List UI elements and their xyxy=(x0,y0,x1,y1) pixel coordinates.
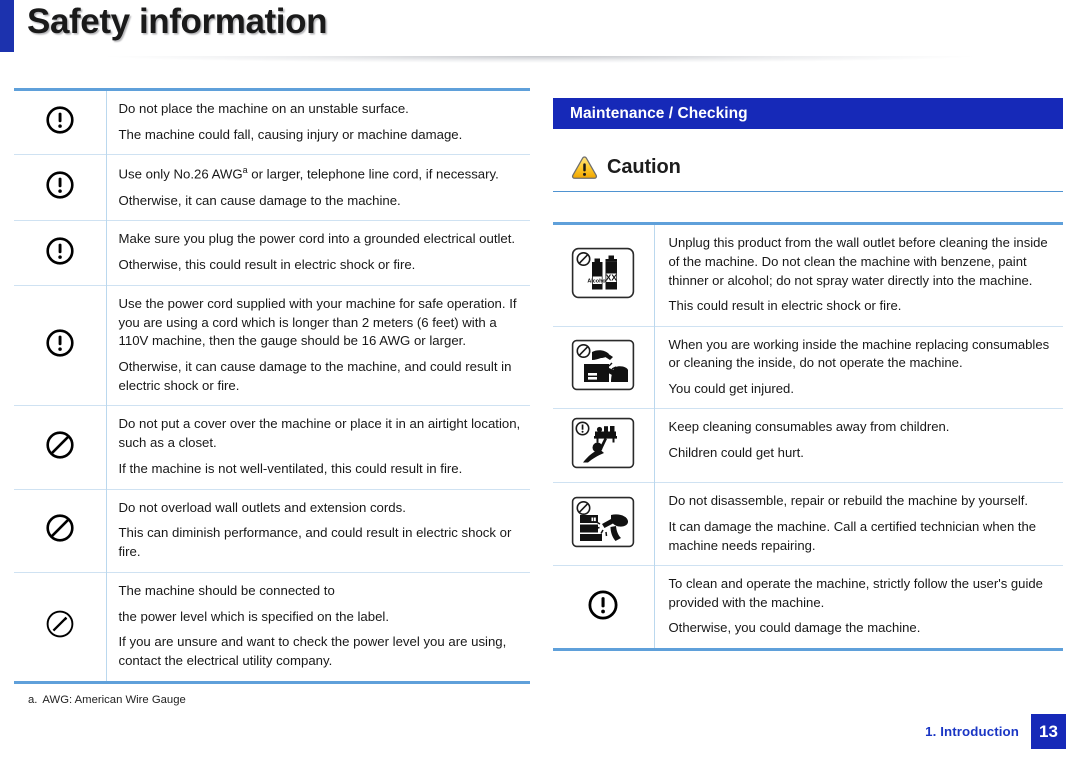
row-line: If the machine is not well-ventilated, t… xyxy=(118,460,463,476)
row-icon-cell xyxy=(553,408,655,483)
footnote-text: AWG: American Wire Gauge xyxy=(42,693,186,706)
footnote-marker: a. xyxy=(28,693,38,706)
row-icon-cell xyxy=(14,405,107,490)
row-icon-cell xyxy=(14,154,107,221)
row-line: the power level which is specified on th… xyxy=(118,608,390,624)
header-accent-bar xyxy=(0,0,14,52)
footnote: a. AWG: American Wire Gauge xyxy=(14,694,530,706)
row-line: Do not overload wall outlets and extensi… xyxy=(118,499,406,515)
row-line: The machine could fall, causing injury o… xyxy=(118,126,463,142)
no-solvent-bottles-icon: Alcohol XX xyxy=(571,247,635,299)
row-line: You could get injured. xyxy=(668,380,794,396)
row-text-cell: Do not disassemble, repair or rebuild th… xyxy=(654,482,1063,566)
page-title: Safety information xyxy=(27,2,328,41)
row-line: Use the power cord supplied with your ma… xyxy=(118,295,517,349)
row-line: Do not place the machine on an unstable … xyxy=(118,101,409,116)
row-line: Do not put a cover over the machine or p… xyxy=(118,416,521,451)
caution-label: Caution xyxy=(607,155,681,178)
row-text-cell: Unplug this product from the wall outlet… xyxy=(654,224,1063,326)
row-line: Unplug this product from the wall outlet… xyxy=(668,235,1048,288)
page-footer: 1. Introduction 13 xyxy=(925,714,1066,749)
row-line: Otherwise, it can cause damage to the ma… xyxy=(118,192,401,208)
table-row: Keep cleaning consumables away from chil… xyxy=(553,408,1063,483)
row-line: When you are working inside the machine … xyxy=(668,336,1050,371)
footer-chapter-label: 1. Introduction xyxy=(925,724,1019,739)
exclamation-circle-icon xyxy=(45,328,75,358)
row-line: This can diminish performance, and could… xyxy=(118,525,512,560)
table-row: The machine should be connected to the p… xyxy=(14,571,530,683)
row-text-cell: Keep cleaning consumables away from chil… xyxy=(654,408,1063,483)
table-row: Alcohol XX Unplug this product from the … xyxy=(553,223,1063,327)
row-line: If you are unsure and want to check the … xyxy=(118,634,507,669)
row-line: Otherwise, you could damage the machine. xyxy=(668,620,921,636)
right-column: Maintenance / Checking Caution Alcohol X… xyxy=(553,98,1063,651)
row-line: Do not disassemble, repair or rebuild th… xyxy=(668,493,1029,509)
row-line: To clean and operate the machine, strict… xyxy=(668,576,1043,610)
row-text-cell: Do not overload wall outlets and extensi… xyxy=(106,488,530,573)
row-text-cell: To clean and operate the machine, strict… xyxy=(654,565,1063,650)
safety-warnings-table-left: Do not place the machine on an unstable … xyxy=(14,88,530,684)
prohibition-icon xyxy=(45,430,75,460)
exclamation-circle-icon xyxy=(587,589,619,621)
svg-text:XX: XX xyxy=(606,273,618,283)
page-header: Safety information xyxy=(0,0,1080,65)
row-line: Keep cleaning consumables away from chil… xyxy=(668,419,950,435)
row-line: Children could get hurt. xyxy=(668,445,804,461)
table-row: Use the power cord supplied with your ma… xyxy=(14,284,530,406)
row-text-cell: Use the power cord supplied with your ma… xyxy=(106,284,530,406)
row-text-cell: When you are working inside the machine … xyxy=(654,325,1063,409)
row-text-cell: The machine should be connected to the p… xyxy=(106,571,530,683)
left-column: Do not place the machine on an unstable … xyxy=(14,88,530,706)
no-hand-inside-machine-icon xyxy=(571,339,635,391)
row-line: Otherwise, this could result in electric… xyxy=(118,257,416,273)
caution-heading: Caution xyxy=(553,152,1063,182)
table-row: Do not disassemble, repair or rebuild th… xyxy=(553,482,1063,566)
header-shadow-divider xyxy=(30,56,1050,65)
table-row: Use only No.26 AWGa or larger, telephone… xyxy=(14,154,530,221)
row-icon-cell xyxy=(553,565,655,650)
row-icon-cell xyxy=(14,220,107,286)
row-icon-cell xyxy=(553,325,655,409)
table-row: Make sure you plug the power cord into a… xyxy=(14,220,530,286)
no-disassemble-icon xyxy=(571,496,635,548)
row-text-cell: Do not place the machine on an unstable … xyxy=(106,90,530,155)
row-icon-cell xyxy=(14,488,107,573)
row-text-cell: Use only No.26 AWGa or larger, telephone… xyxy=(106,154,530,221)
row-text-cell: Make sure you plug the power cord into a… xyxy=(106,220,530,286)
row-icon-cell: Alcohol XX xyxy=(553,223,655,327)
power-prohibition-icon xyxy=(45,609,75,639)
table-row: Do not put a cover over the machine or p… xyxy=(14,405,530,490)
section-heading-bar: Maintenance / Checking xyxy=(553,98,1063,129)
keep-away-from-children-icon xyxy=(571,417,635,469)
table-row: When you are working inside the machine … xyxy=(553,325,1063,409)
row-text-cell: Do not put a cover over the machine or p… xyxy=(106,405,530,490)
exclamation-circle-icon xyxy=(45,105,75,135)
exclamation-circle-icon xyxy=(45,170,75,200)
row-line: Use only No.26 AWGa or larger, telephone… xyxy=(118,165,499,182)
table-row: Do not overload wall outlets and extensi… xyxy=(14,488,530,573)
row-line: It can damage the machine. Call a certif… xyxy=(668,519,1037,553)
row-icon-cell xyxy=(14,284,107,406)
row-line: Otherwise, it can cause damage to the ma… xyxy=(118,359,512,393)
exclamation-circle-icon xyxy=(45,236,75,266)
row-line: This could result in electric shock or f… xyxy=(668,298,902,314)
row-icon-cell xyxy=(14,89,107,155)
row-line: Make sure you plug the power cord into a… xyxy=(118,231,516,247)
prohibition-icon xyxy=(45,513,75,543)
document-page: Safety information Do not place the mach… xyxy=(0,0,1080,763)
row-line: The machine should be connected to xyxy=(118,582,335,598)
section-heading-title: Maintenance / Checking xyxy=(570,104,748,122)
table-row: Do not place the machine on an unstable … xyxy=(14,89,530,155)
row-icon-cell xyxy=(14,571,107,683)
warning-triangle-icon xyxy=(571,155,598,180)
table-row: To clean and operate the machine, strict… xyxy=(553,565,1063,650)
footer-page-number: 13 xyxy=(1031,714,1066,749)
row-icon-cell xyxy=(553,482,655,566)
safety-warnings-table-right: Alcohol XX Unplug this product from the … xyxy=(553,222,1063,651)
